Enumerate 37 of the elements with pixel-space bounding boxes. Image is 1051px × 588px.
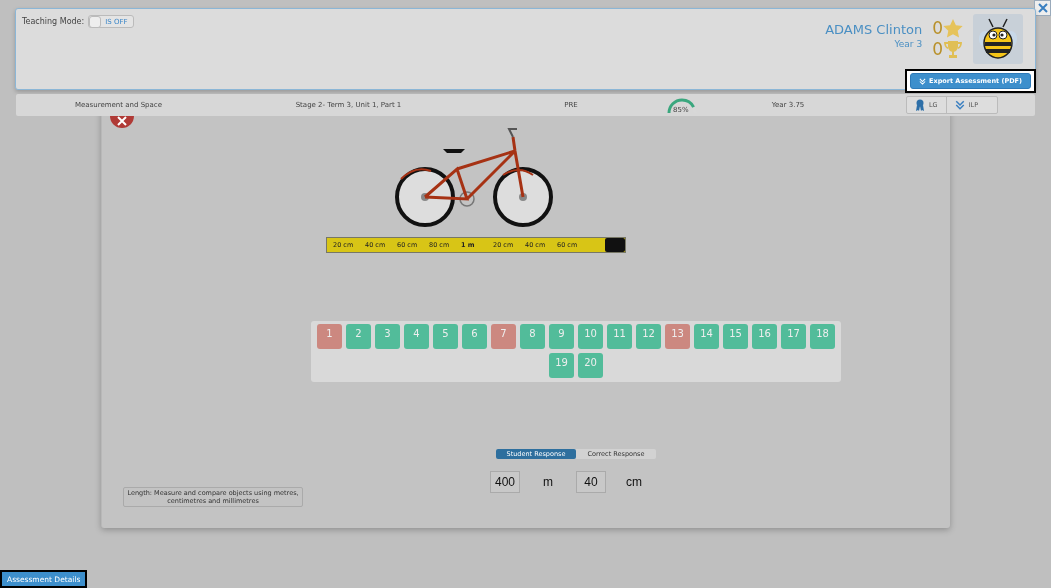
question-tile[interactable]: 11	[607, 324, 632, 349]
ribbon-icon	[915, 99, 925, 111]
tape-case	[605, 238, 625, 252]
question-tile[interactable]: 17	[781, 324, 806, 349]
question-tile[interactable]: 1	[317, 324, 342, 349]
unit-label: cm	[625, 475, 643, 489]
teaching-mode-label: Teaching Mode:	[22, 16, 85, 28]
chevrons-down-icon	[919, 77, 927, 85]
star-icon	[943, 18, 963, 38]
question-tile[interactable]: 19	[549, 353, 574, 378]
question-tile[interactable]: 13	[665, 324, 690, 349]
question-tile[interactable]: 9	[549, 324, 574, 349]
question-tile[interactable]: 16	[752, 324, 777, 349]
question-tile[interactable]: 4	[404, 324, 429, 349]
question-tile[interactable]: 10	[578, 324, 603, 349]
question-tile[interactable]: 20	[578, 353, 603, 378]
student-name: ADAMS Clinton	[825, 22, 923, 37]
trophy-icon	[943, 39, 963, 59]
answer-field[interactable]: 40	[576, 471, 606, 493]
question-tile[interactable]: 2	[346, 324, 371, 349]
stars-count: 0	[932, 18, 943, 38]
answer-field[interactable]: 400	[490, 471, 520, 493]
question-tile[interactable]: 7	[491, 324, 516, 349]
question-tile[interactable]: 3	[375, 324, 400, 349]
chevrons-down-icon	[954, 100, 965, 110]
question-tile[interactable]: 6	[462, 324, 487, 349]
question-tile[interactable]: 15	[723, 324, 748, 349]
trophies-count: 0	[932, 39, 943, 59]
question-tile[interactable]: 8	[520, 324, 545, 349]
question-tile[interactable]: 14	[694, 324, 719, 349]
close-button[interactable]	[1034, 0, 1051, 16]
close-icon	[1037, 3, 1048, 13]
question-tile[interactable]: 12	[636, 324, 661, 349]
question-tile[interactable]: 5	[433, 324, 458, 349]
unit-label: m	[542, 475, 554, 489]
question-tile[interactable]: 18	[810, 324, 835, 349]
student-year: Year 3	[894, 39, 923, 49]
